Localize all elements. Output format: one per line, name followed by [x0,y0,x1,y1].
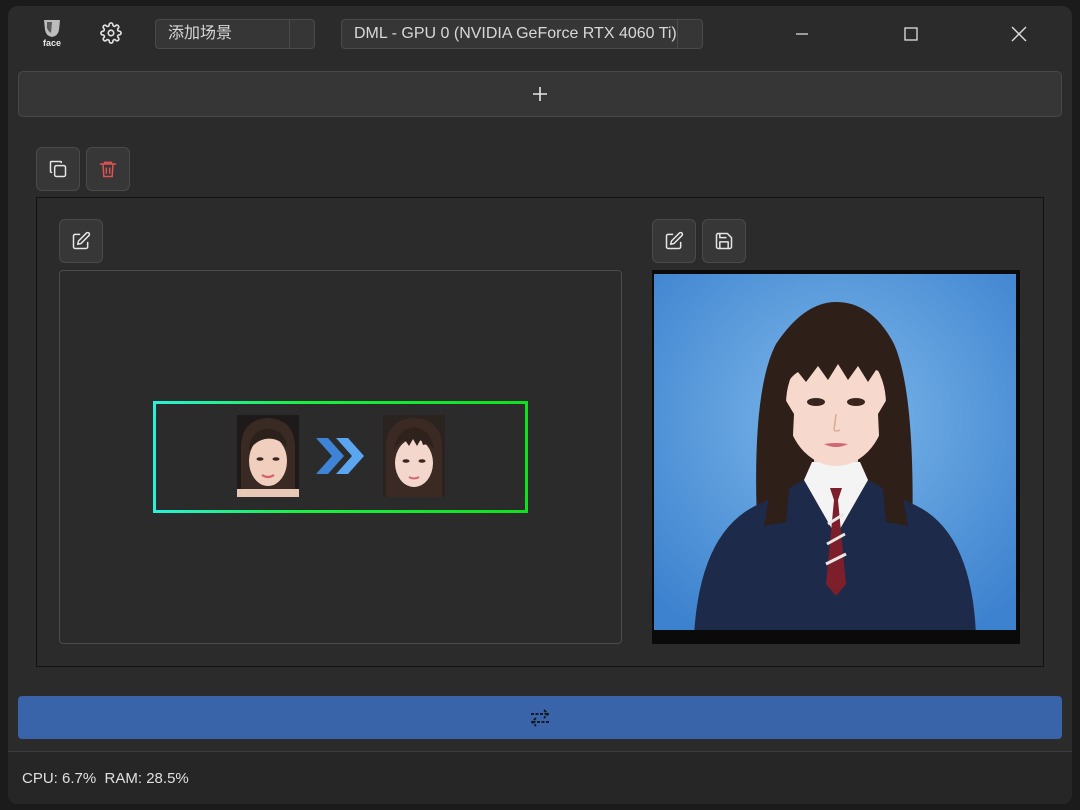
settings-gear-icon[interactable] [100,22,122,44]
source-face-thumbnail[interactable] [237,415,299,497]
app-window: face 添加场景 DML - GPU 0 (NVIDIA GeForce RT… [8,6,1072,804]
scene-selector-value: 添加场景 [168,25,233,42]
device-selector-divider [677,20,678,48]
close-button[interactable] [999,16,1039,52]
maximize-icon [904,27,918,41]
save-icon [715,232,733,250]
logo-text: face [42,38,61,48]
copy-icon [49,160,67,178]
edit-icon [72,231,91,250]
edit-icon [665,231,684,250]
plus-icon [533,87,547,101]
swap-arrows-icon [530,708,550,727]
scene-selector[interactable]: 添加场景 [155,19,315,49]
minimize-button[interactable] [782,16,822,52]
maximize-button[interactable] [891,16,931,52]
device-selector[interactable]: DML - GPU 0 (NVIDIA GeForce RTX 4060 Ti) [341,19,703,49]
target-photo[interactable] [654,274,1016,636]
status-text: CPU: 6.7% RAM: 28.5% [22,770,189,787]
add-scene-button[interactable] [18,71,1062,117]
cpu-usage: CPU: 6.7% [22,770,97,787]
edit-face-pair-button[interactable] [59,219,103,263]
save-result-button[interactable] [702,219,746,263]
minimize-icon [796,33,808,35]
swap-button[interactable] [18,696,1062,739]
close-icon [1011,26,1027,42]
target-photo-frame [652,270,1020,644]
app-logo: face [38,18,66,48]
ram-usage: RAM: 28.5% [104,770,189,787]
delete-scene-button[interactable] [86,147,130,191]
copy-scene-button[interactable] [36,147,80,191]
device-selector-value: DML - GPU 0 (NVIDIA GeForce RTX 4060 Ti) [354,25,677,42]
status-bar: CPU: 6.7% RAM: 28.5% [8,751,1072,804]
scene-selector-divider [289,20,290,48]
double-chevron-right-icon [314,434,370,478]
edit-target-button[interactable] [652,219,696,263]
target-face-thumbnail[interactable] [383,415,445,497]
trash-icon [99,161,117,178]
